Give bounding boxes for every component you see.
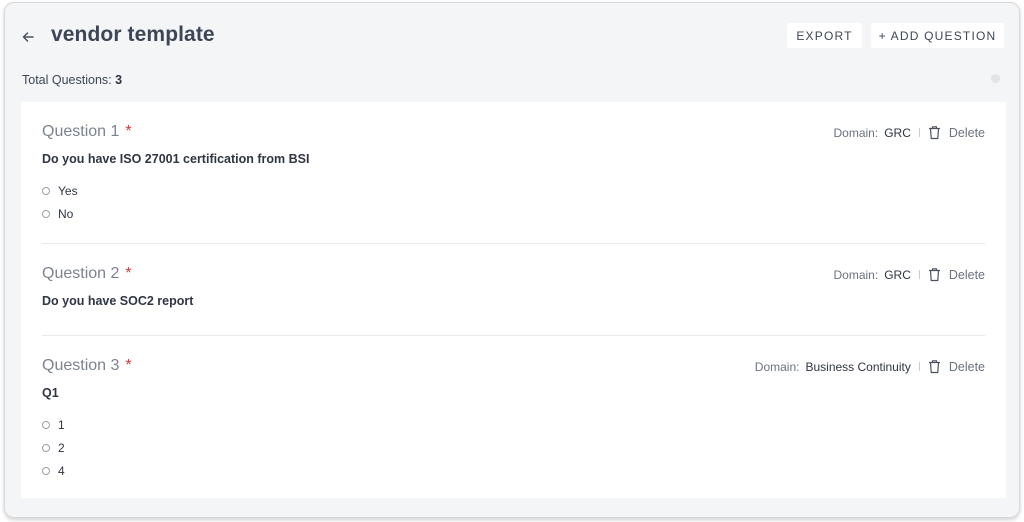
arrow-left-icon[interactable] <box>21 30 35 44</box>
question-header: Question 2 * Domain: GRC Delete <box>42 265 985 287</box>
meta-separator <box>918 128 920 137</box>
trash-icon[interactable] <box>928 267 941 282</box>
total-questions: Total Questions: 3 <box>22 73 122 87</box>
delete-button[interactable]: Delete <box>949 360 985 374</box>
trash-icon[interactable] <box>928 125 941 140</box>
question-label: Question 1 <box>42 123 120 140</box>
question-text: Do you have ISO 27001 certification from… <box>42 152 310 166</box>
page-header: vendor template EXPORT + ADD QUESTION <box>5 3 1019 65</box>
required-mark: * <box>125 123 132 140</box>
required-mark: * <box>125 357 132 374</box>
question-meta: Domain: GRC Delete <box>834 267 986 282</box>
option-label: 2 <box>58 441 65 455</box>
domain-label: Domain: <box>754 359 800 374</box>
radio-circle-icon[interactable] <box>42 421 50 429</box>
delete-button[interactable]: Delete <box>949 126 985 140</box>
radio-circle-icon[interactable] <box>42 467 50 475</box>
answer-option[interactable]: Yes <box>42 184 78 198</box>
meta-separator <box>918 270 920 279</box>
app-window: vendor template EXPORT + ADD QUESTION To… <box>4 2 1020 518</box>
domain-value: Business Continuity <box>805 359 911 374</box>
total-questions-label: Total Questions: <box>22 73 112 87</box>
domain-value: GRC <box>884 267 911 282</box>
required-mark: * <box>125 265 132 282</box>
option-label: 4 <box>58 464 65 478</box>
radio-circle-icon[interactable] <box>42 210 50 218</box>
radio-circle-icon[interactable] <box>42 444 50 452</box>
page-title: vendor template <box>51 23 215 46</box>
trash-icon[interactable] <box>928 359 941 374</box>
question-meta: Domain: GRC Delete <box>834 125 986 140</box>
domain-value: GRC <box>884 125 911 140</box>
radio-circle-icon[interactable] <box>42 187 50 195</box>
answer-option[interactable]: 4 <box>42 464 65 478</box>
delete-button[interactable]: Delete <box>949 268 985 282</box>
question-title: Question 3 * <box>42 357 132 375</box>
question-text: Do you have SOC2 report <box>42 294 194 308</box>
option-label: Yes <box>58 184 78 198</box>
question-header: Question 1 * Domain: GRC Delete <box>42 123 985 145</box>
question-divider <box>42 243 985 244</box>
question-meta: Domain: Business Continuity Delete <box>755 359 985 374</box>
domain-label: Domain: <box>833 267 879 282</box>
question-item: Question 2 * Domain: GRC Delete Do you ha… <box>42 265 985 315</box>
domain-label: Domain: <box>833 125 879 140</box>
add-question-button[interactable]: + ADD QUESTION <box>871 23 1004 48</box>
export-button[interactable]: EXPORT <box>787 23 862 48</box>
question-title: Question 2 * <box>42 265 132 283</box>
question-item: Question 1 * Domain: GRC Delete Do you ha… <box>42 123 985 223</box>
question-header: Question 3 * Domain: Business Continuity … <box>42 357 985 379</box>
answer-option[interactable]: 2 <box>42 441 65 455</box>
question-divider <box>42 335 985 336</box>
option-label: No <box>58 207 74 221</box>
question-text: Q1 <box>42 386 59 400</box>
status-indicator <box>991 74 1000 83</box>
question-title: Question 1 * <box>42 123 132 141</box>
answer-option[interactable]: No <box>42 207 73 221</box>
question-label: Question 3 <box>42 357 120 374</box>
option-label: 1 <box>58 418 65 432</box>
questions-card: Question 1 * Domain: GRC Delete Do you ha… <box>21 102 1006 498</box>
question-label: Question 2 <box>42 265 120 282</box>
total-questions-count: 3 <box>115 73 123 87</box>
question-item: Question 3 * Domain: Business Continuity … <box>42 357 985 482</box>
meta-separator <box>918 362 920 371</box>
answer-option[interactable]: 1 <box>42 418 65 432</box>
